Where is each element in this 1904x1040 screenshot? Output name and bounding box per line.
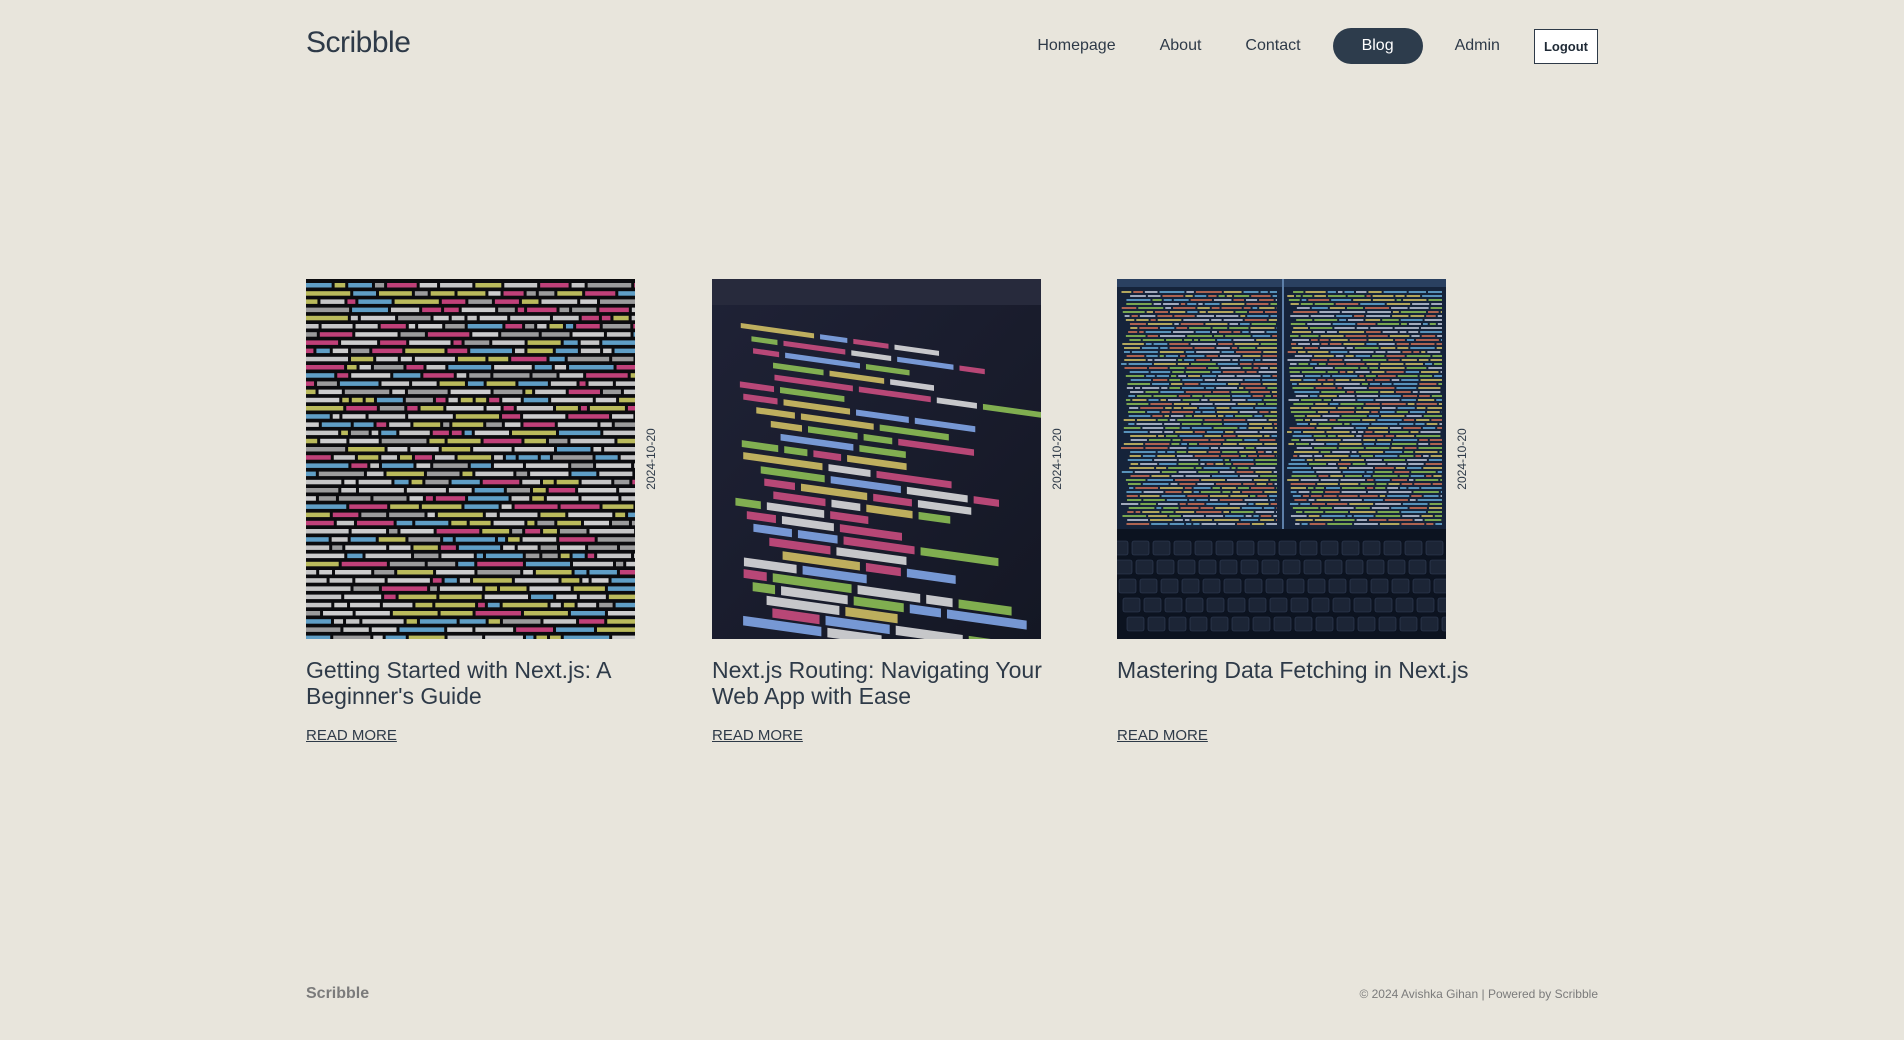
nav-homepage[interactable]: Homepage bbox=[1025, 28, 1127, 64]
post-date-text: 2024-10-20 bbox=[1050, 428, 1064, 490]
main-nav: Homepage About Contact Blog Admin Logout bbox=[1005, 28, 1598, 64]
nav-admin[interactable]: Admin bbox=[1443, 28, 1512, 64]
laptop-code-image bbox=[1117, 279, 1446, 639]
footer-copyright: © 2024 Avishka Gihan | Powered by Scribb… bbox=[1359, 987, 1598, 1001]
html-code-image bbox=[712, 279, 1041, 639]
post-image-html-code[interactable] bbox=[712, 279, 1041, 639]
brand-logo[interactable]: Scribble bbox=[306, 26, 411, 60]
post-date-text: 2024-10-20 bbox=[644, 428, 658, 490]
post-image-code-screenshot[interactable] bbox=[306, 279, 635, 639]
read-more-link[interactable]: READ MORE bbox=[1117, 727, 1208, 744]
site-header: Scribble Homepage About Contact Blog Adm… bbox=[306, 22, 1598, 68]
footer-brand: Scribble bbox=[306, 985, 370, 1002]
nav-about[interactable]: About bbox=[1148, 28, 1214, 64]
read-more-link[interactable]: READ MORE bbox=[306, 727, 397, 744]
code-screenshot-image bbox=[306, 279, 635, 639]
post-date-text: 2024-10-20 bbox=[1455, 428, 1469, 490]
read-more-link[interactable]: READ MORE bbox=[712, 727, 803, 744]
blog-post-list: 2024-10-20 Getting Started with Next.js:… bbox=[306, 279, 1598, 759]
nav-blog[interactable]: Blog bbox=[1332, 28, 1423, 64]
site-footer: Scribble © 2024 Avishka Gihan | Powered … bbox=[306, 985, 1598, 1007]
post-title[interactable]: Getting Started with Next.js: A Beginner… bbox=[306, 657, 661, 709]
post-title[interactable]: Next.js Routing: Navigating Your Web App… bbox=[712, 657, 1067, 709]
logout-button[interactable]: Logout bbox=[1533, 28, 1598, 64]
post-title[interactable]: Mastering Data Fetching in Next.js bbox=[1117, 657, 1472, 683]
nav-contact[interactable]: Contact bbox=[1233, 28, 1312, 64]
post-image-laptop[interactable] bbox=[1117, 279, 1446, 639]
